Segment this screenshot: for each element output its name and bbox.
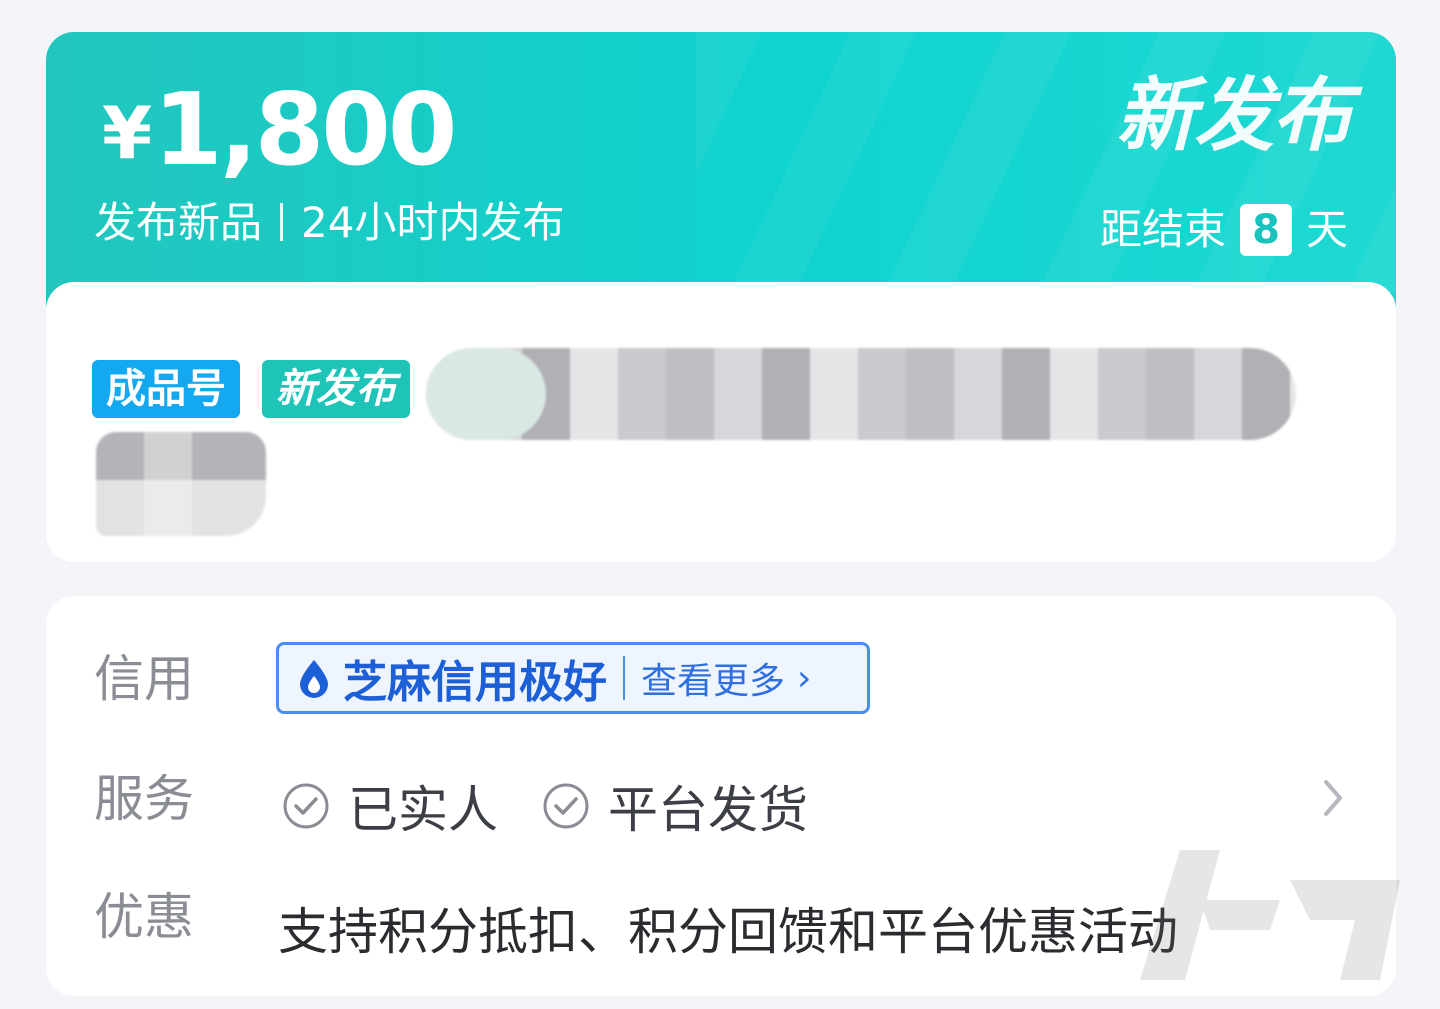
tag-new-release: 新发布: [262, 360, 410, 418]
blurred-title-text: [426, 348, 1296, 440]
service-item-label: 平台发货: [608, 781, 808, 839]
promo-label: 优惠: [94, 888, 194, 946]
watermark-logo: [1140, 850, 1400, 980]
price: ¥1,800: [102, 80, 457, 180]
banner-subtitle: 发布新品 24小时内发布: [94, 202, 564, 244]
service-item-platform-delivery: 平台发货: [542, 770, 808, 842]
countdown-days: 8: [1239, 204, 1292, 256]
view-more-link[interactable]: 查看更多: [641, 652, 785, 704]
countdown-suffix: 天: [1305, 205, 1348, 254]
credit-badge-text: 芝麻信用极好: [343, 657, 607, 708]
service-label: 服务: [94, 770, 194, 828]
credit-label: 信用: [94, 650, 194, 708]
service-item-verified: 已实人: [282, 770, 498, 842]
subtitle-divider: [280, 203, 284, 241]
chevron-right-icon: ›: [797, 657, 812, 699]
credit-badge[interactable]: 芝麻信用极好 查看更多 ›: [276, 642, 870, 714]
blurred-title-text-line2: [96, 432, 266, 536]
currency-symbol: ¥: [102, 91, 152, 175]
droplet-icon: [300, 660, 328, 698]
subtitle-right: 24小时内发布: [301, 198, 565, 247]
check-circle-icon: [543, 783, 589, 829]
countdown: 距结束 8 天: [1100, 204, 1348, 256]
countdown-prefix: 距结束: [1099, 205, 1226, 254]
tag-finished-account: 成品号: [92, 360, 240, 418]
credit-badge-divider: [623, 656, 625, 700]
subtitle-left: 发布新品: [94, 198, 263, 247]
listing-title-card: 成品号 新发布: [46, 282, 1396, 562]
check-circle-icon: [283, 783, 329, 829]
promo-text: 支持积分抵扣、积分回馈和平台优惠活动: [278, 903, 1178, 961]
chevron-right-icon[interactable]: [1318, 776, 1348, 820]
new-release-tag: 新发布: [1116, 69, 1352, 162]
service-item-label: 已实人: [348, 781, 498, 839]
price-value: 1,800: [153, 71, 457, 188]
